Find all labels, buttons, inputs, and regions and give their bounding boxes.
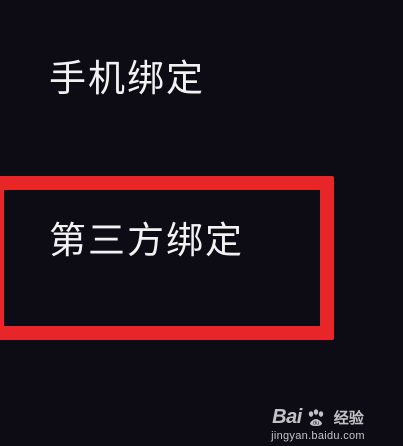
- settings-screen: 手机绑定 第三方绑定 Bai du 经验 jingyan.baidu.com: [0, 0, 403, 446]
- watermark-url: jingyan.baidu.com: [271, 430, 365, 442]
- baidu-paw-icon: du: [308, 408, 323, 426]
- menu-item-third-party-binding[interactable]: 第三方绑定: [49, 210, 244, 264]
- watermark-brand-bai: Bai: [272, 406, 302, 428]
- baidu-jingyan-watermark: Bai du 经验 jingyan.baidu.com: [243, 406, 393, 442]
- menu-item-phone-binding[interactable]: 手机绑定: [49, 48, 205, 102]
- watermark-brand-jingyan: 经验: [333, 409, 364, 427]
- svg-text:du: du: [313, 420, 319, 426]
